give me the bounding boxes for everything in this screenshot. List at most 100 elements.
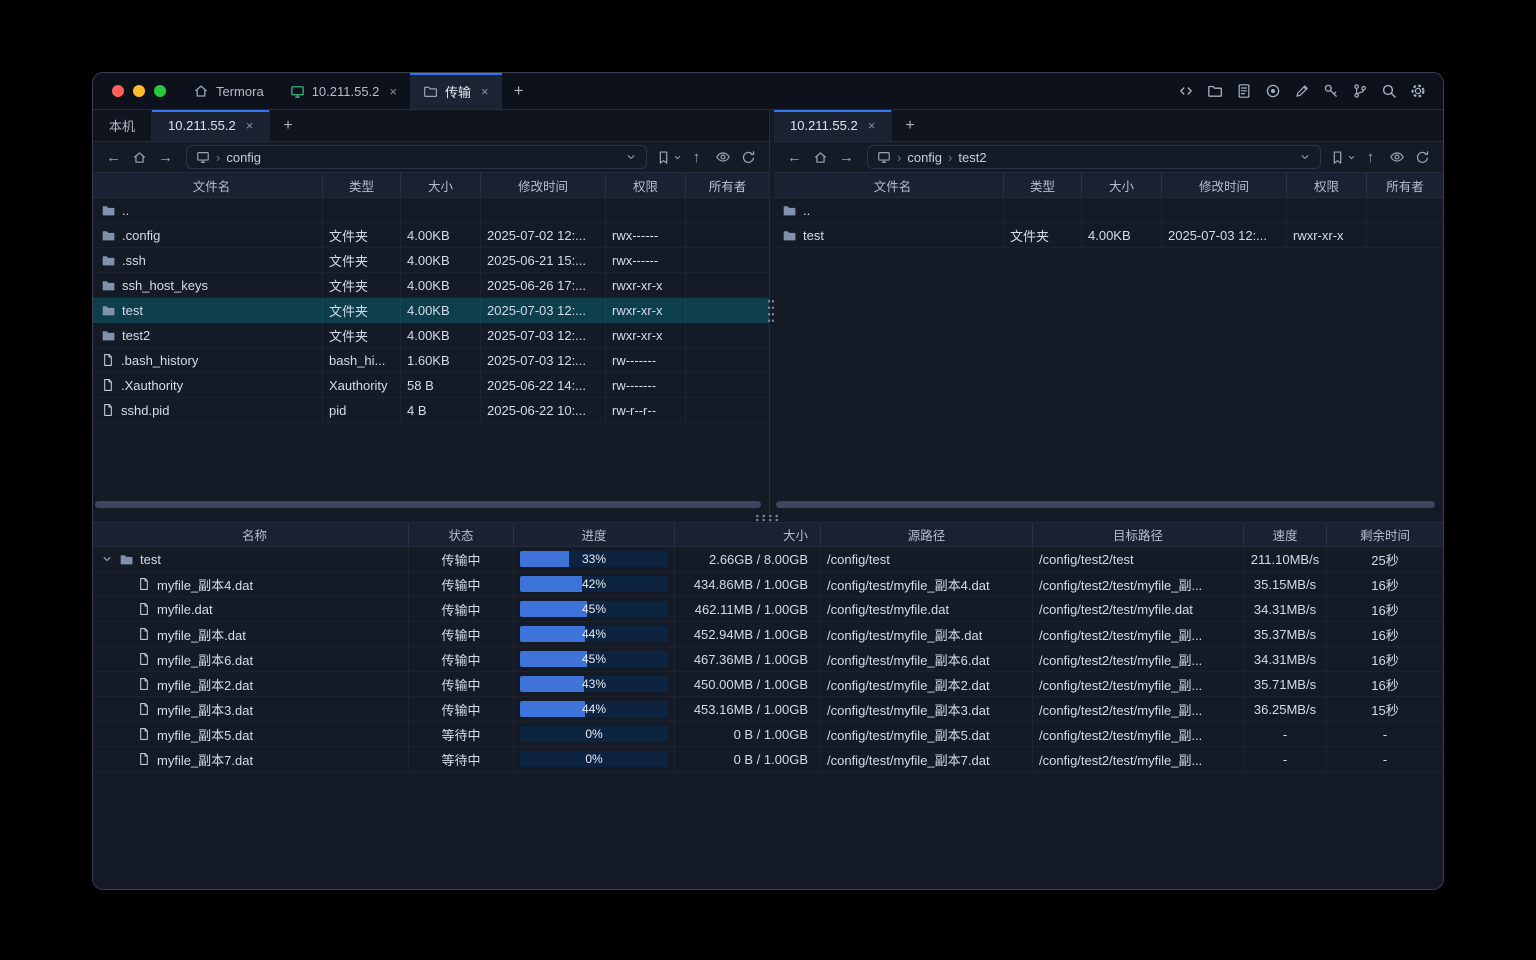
document-icon [1236,83,1252,99]
close-icon[interactable]: × [868,119,876,132]
file-row[interactable]: ssh_host_keys 文件夹 4.00KB 2025-06-26 17:.… [93,273,769,298]
port-forward-button[interactable] [1350,82,1369,101]
tab-termora-home[interactable]: Termora [180,73,277,109]
tab-left-host[interactable]: 10.211.55.2 × [152,110,270,141]
column-header-name[interactable]: 名称 [93,523,409,546]
transfer-row[interactable]: myfile_副本5.dat 等待中 0% 0 B / 1.00GB /conf… [93,722,1443,747]
bookmarks-button[interactable] [656,146,682,169]
sftp-button[interactable] [1205,82,1224,101]
expand-chevron-icon[interactable] [101,553,113,565]
chevron-down-icon[interactable] [625,151,637,163]
tab-ssh-host[interactable]: 10.211.55.2 × [277,73,410,109]
transfer-row[interactable]: test 传输中 33% 2.66GB / 8.00GB /config/tes… [93,547,1443,572]
show-hidden-button[interactable] [711,146,734,169]
zoom-window-button[interactable] [154,85,166,97]
chevron-down-icon[interactable] [1299,151,1311,163]
horizontal-scrollbar[interactable] [95,501,761,508]
column-header-progress[interactable]: 进度 [514,523,675,546]
tab-local[interactable]: 本机 [93,110,152,141]
record-button[interactable] [1263,82,1282,101]
settings-button[interactable] [1408,82,1427,101]
progress-label: 0% [520,751,668,767]
right-new-tab-button[interactable]: + [892,110,927,141]
file-row[interactable]: .ssh 文件夹 4.00KB 2025-06-21 15:... rwx---… [93,248,769,273]
column-header-status[interactable]: 状态 [409,523,514,546]
column-header-type[interactable]: 类型 [1004,173,1082,197]
show-hidden-button[interactable] [1385,146,1408,169]
close-window-button[interactable] [112,85,124,97]
right-path-bar[interactable]: › config › test2 [867,145,1321,169]
file-row[interactable]: .Xauthority Xauthority 58 B 2025-06-22 1… [93,373,769,398]
code-button[interactable] [1176,82,1195,101]
refresh-button[interactable] [1411,146,1434,169]
transfer-row[interactable]: myfile_副本2.dat 传输中 43% 450.00MB / 1.00GB… [93,672,1443,697]
breadcrumb-segment[interactable]: test2 [958,150,986,165]
column-header-owner[interactable]: 所有者 [1367,173,1443,197]
column-header-size[interactable]: 大小 [675,523,821,546]
column-header-filename[interactable]: 文件名 [774,173,1004,197]
home-button[interactable] [128,146,151,169]
close-icon[interactable]: × [481,85,489,98]
column-header-type[interactable]: 类型 [323,173,401,197]
folder-icon [101,328,116,343]
file-size [1082,198,1162,222]
upload-button[interactable]: ↑ [1359,146,1382,169]
home-button[interactable] [809,146,832,169]
forward-button[interactable]: → [835,146,858,169]
horizontal-splitter[interactable] [93,514,1443,522]
file-perm [1287,198,1367,222]
back-button[interactable]: ← [783,146,806,169]
upload-button[interactable]: ↑ [685,146,708,169]
column-header-eta[interactable]: 剩余时间 [1327,523,1443,546]
file-row[interactable]: test 文件夹 4.00KB 2025-07-03 12:... rwxr-x… [93,298,769,323]
column-header-mtime[interactable]: 修改时间 [1162,173,1287,197]
horizontal-scrollbar[interactable] [776,501,1435,508]
file-row[interactable]: sshd.pid pid 4 B 2025-06-22 10:... rw-r-… [93,398,769,423]
close-icon[interactable]: × [389,85,397,98]
tab-transfer[interactable]: 传输 × [410,73,502,109]
column-header-speed[interactable]: 速度 [1244,523,1327,546]
minimize-window-button[interactable] [133,85,145,97]
new-tab-button[interactable]: + [502,73,536,109]
refresh-button[interactable] [737,146,760,169]
log-button[interactable] [1234,82,1253,101]
breadcrumb-segment[interactable]: config [907,150,942,165]
file-row[interactable]: .. [93,198,769,223]
breadcrumb-segment[interactable]: config [226,150,261,165]
bookmarks-button[interactable] [1330,146,1356,169]
edit-button[interactable] [1292,82,1311,101]
file-mtime [481,198,606,222]
search-button[interactable] [1379,82,1398,101]
column-header-size[interactable]: 大小 [1082,173,1162,197]
column-header-mtime[interactable]: 修改时间 [481,173,606,197]
column-header-target[interactable]: 目标路径 [1033,523,1244,546]
column-header-owner[interactable]: 所有者 [686,173,769,197]
column-header-source[interactable]: 源路径 [821,523,1033,546]
file-row[interactable]: test2 文件夹 4.00KB 2025-07-03 12:... rwxr-… [93,323,769,348]
column-header-perm[interactable]: 权限 [606,173,686,197]
transfer-row[interactable]: myfile_副本6.dat 传输中 45% 467.36MB / 1.00GB… [93,647,1443,672]
file-row[interactable]: test 文件夹 4.00KB 2025-07-03 12:... rwxr-x… [774,223,1443,248]
close-icon[interactable]: × [246,119,254,132]
transfer-row[interactable]: myfile_副本3.dat 传输中 44% 453.16MB / 1.00GB… [93,697,1443,722]
breadcrumb-separator: › [897,150,901,165]
back-button[interactable]: ← [102,146,125,169]
forward-button[interactable]: → [154,146,177,169]
tab-right-host[interactable]: 10.211.55.2 × [774,110,892,141]
column-header-size[interactable]: 大小 [401,173,481,197]
file-row[interactable]: .bash_history bash_hi... 1.60KB 2025-07-… [93,348,769,373]
column-header-filename[interactable]: 文件名 [93,173,323,197]
transfer-row[interactable]: myfile_副本7.dat 等待中 0% 0 B / 1.00GB /conf… [93,747,1443,772]
column-header-perm[interactable]: 权限 [1287,173,1367,197]
file-type [323,198,401,222]
app-tabbar: Termora 10.211.55.2 × 传输 × + [180,73,536,109]
file-row[interactable]: .. [774,198,1443,223]
transfer-eta: 25秒 [1327,547,1443,571]
transfer-row[interactable]: myfile_副本4.dat 传输中 42% 434.86MB / 1.00GB… [93,572,1443,597]
left-path-bar[interactable]: › config [186,145,647,169]
file-row[interactable]: .config 文件夹 4.00KB 2025-07-02 12:... rwx… [93,223,769,248]
transfer-row[interactable]: myfile.dat 传输中 45% 462.11MB / 1.00GB /co… [93,597,1443,622]
transfer-row[interactable]: myfile_副本.dat 传输中 44% 452.94MB / 1.00GB … [93,622,1443,647]
keys-button[interactable] [1321,82,1340,101]
left-new-tab-button[interactable]: + [270,110,305,141]
